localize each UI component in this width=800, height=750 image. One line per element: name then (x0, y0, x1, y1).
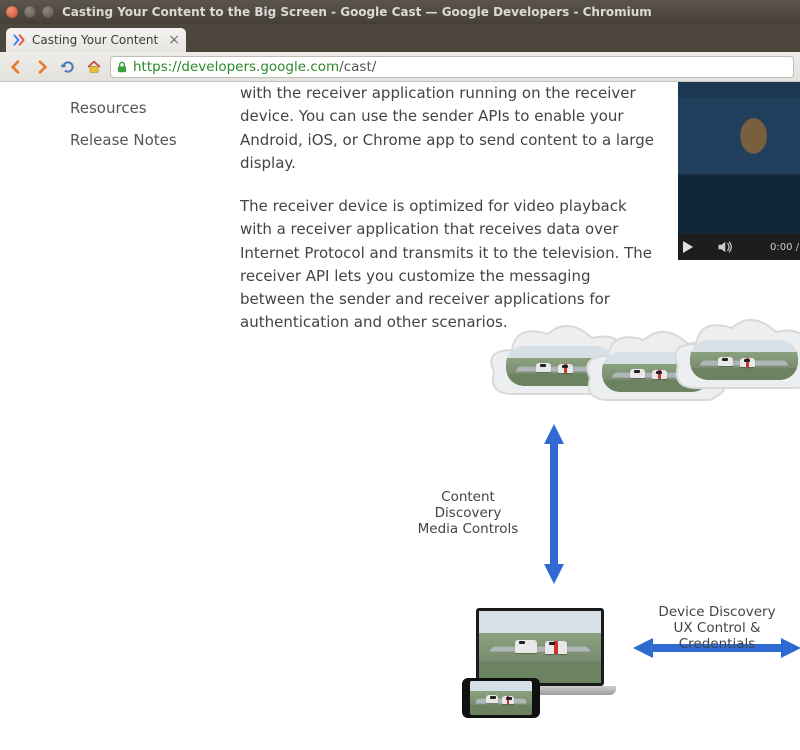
sidebar-item-release-notes[interactable]: Release Notes (70, 124, 226, 156)
sidebar-item-resources[interactable]: Resources (70, 92, 226, 124)
sidebar: Resources Release Notes (0, 82, 226, 702)
cloud-image (488, 306, 800, 412)
video-controls: 0:00 / (678, 234, 800, 260)
back-button[interactable] (6, 57, 26, 77)
tab-close-button[interactable]: × (168, 33, 180, 47)
article-paragraph-1: with the receiver application running on… (240, 82, 654, 175)
volume-icon[interactable] (717, 240, 735, 254)
play-icon[interactable] (683, 241, 693, 253)
video-player[interactable]: 0:00 / (678, 82, 800, 260)
article-body: with the receiver application running on… (240, 82, 654, 335)
video-frame (678, 82, 800, 236)
window-minimize-button[interactable] (24, 6, 36, 18)
arrow-cloud-to-devices (540, 422, 568, 586)
label-content-discovery: Content Discovery Media Controls (406, 489, 530, 538)
url-scheme: https (133, 59, 168, 75)
window-title: Casting Your Content to the Big Screen -… (62, 5, 652, 19)
forward-button[interactable] (32, 57, 52, 77)
tab-strip: Casting Your Content × (0, 24, 800, 52)
window-close-button[interactable] (6, 6, 18, 18)
label-device-discovery: Device Discovery UX Control & Credential… (636, 604, 798, 653)
url-host: ://developers.google.com (168, 59, 339, 75)
main-column: with the receiver application running on… (226, 82, 800, 702)
window-maximize-button[interactable] (42, 6, 54, 18)
url-path: /cast/ (339, 59, 376, 75)
address-bar[interactable]: https://developers.google.com/cast/ (110, 56, 794, 78)
architecture-diagram: Content Discovery Media Controls Streami… (236, 306, 800, 702)
page-content: Resources Release Notes with the receive… (0, 82, 800, 702)
tab-active[interactable]: Casting Your Content × (6, 28, 186, 52)
video-time: 0:00 / (770, 242, 799, 253)
window-titlebar: Casting Your Content to the Big Screen -… (0, 0, 800, 24)
reload-button[interactable] (58, 57, 78, 77)
browser-toolbar: https://developers.google.com/cast/ (0, 52, 800, 82)
google-developers-favicon (12, 33, 26, 47)
home-button[interactable] (84, 57, 104, 77)
tab-title: Casting Your Content (32, 33, 158, 47)
lock-icon (115, 60, 129, 74)
window-buttons (6, 6, 54, 18)
